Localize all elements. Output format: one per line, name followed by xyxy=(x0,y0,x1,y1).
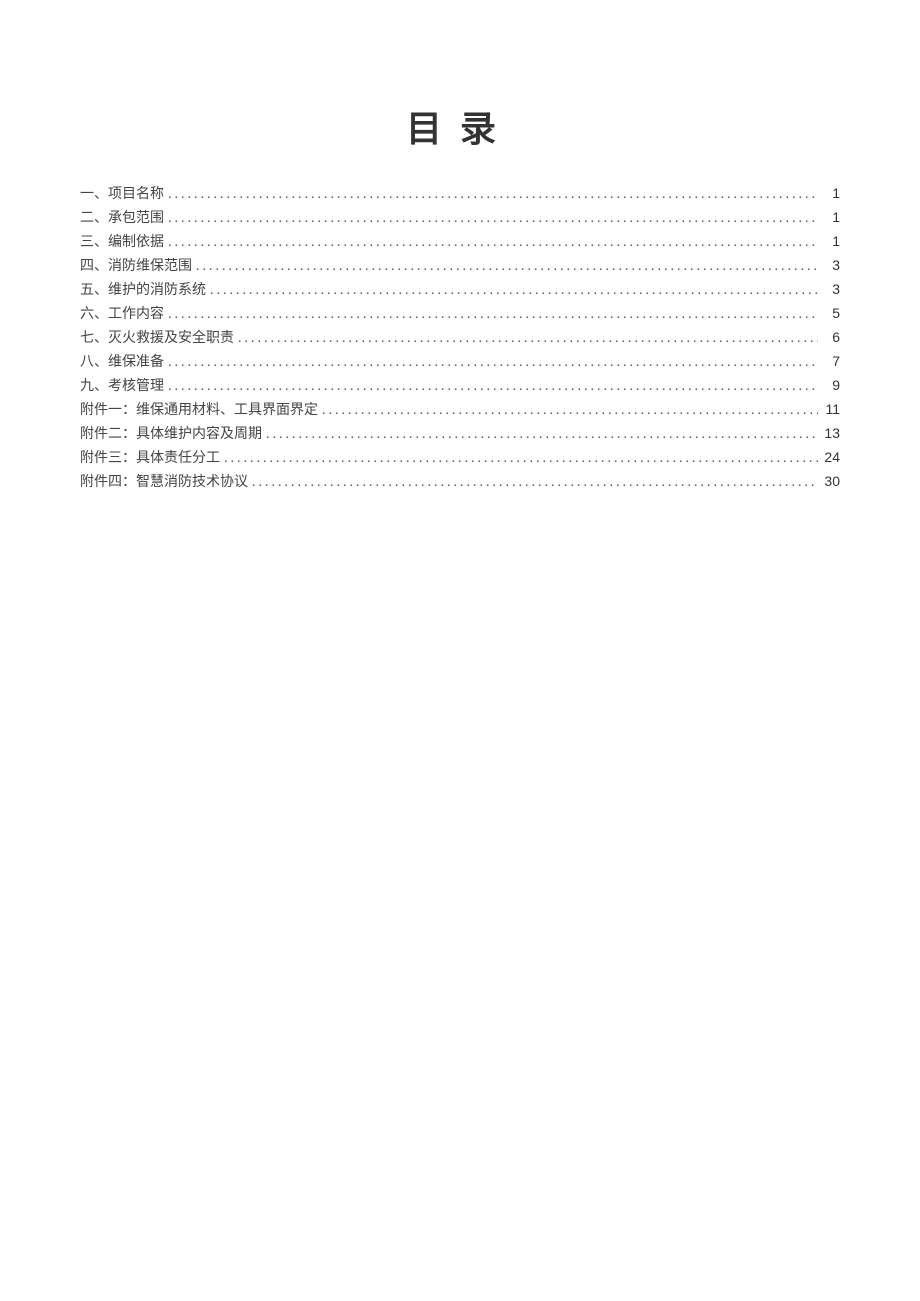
toc-leader-dots xyxy=(266,423,818,446)
toc-leader-dots xyxy=(322,399,818,422)
toc-item-page: 3 xyxy=(822,254,840,277)
toc-leader-dots xyxy=(196,255,818,278)
toc-item-label: 四、消防维保范围 xyxy=(80,255,192,278)
toc-item: 二、承包范围 1 xyxy=(80,206,840,230)
toc-item: 八、维保准备 7 xyxy=(80,350,840,374)
toc-item: 六、工作内容 5 xyxy=(80,302,840,326)
toc-item-page: 30 xyxy=(822,470,840,493)
toc-item-label: 九、考核管理 xyxy=(80,375,164,398)
toc-item-page: 11 xyxy=(822,398,840,421)
toc-item: 一、项目名称 1 xyxy=(80,182,840,206)
toc-item-page: 1 xyxy=(822,206,840,229)
toc-item-label: 五、维护的消防系统 xyxy=(80,279,206,302)
toc-item-page: 1 xyxy=(822,182,840,205)
toc-leader-dots xyxy=(210,279,818,302)
toc-list: 一、项目名称 1 二、承包范围 1 三、编制依据 1 四、消防维保范围 3 五、… xyxy=(80,182,840,494)
toc-item: 四、消防维保范围 3 xyxy=(80,254,840,278)
toc-item-page: 3 xyxy=(822,278,840,301)
toc-item-label: 二、承包范围 xyxy=(80,207,164,230)
toc-item-page: 13 xyxy=(822,422,840,445)
toc-leader-dots xyxy=(238,327,818,350)
toc-item-label: 附件四：智慧消防技术协议 xyxy=(80,471,248,494)
toc-leader-dots xyxy=(168,303,818,326)
toc-item-label: 七、灭火救援及安全职责 xyxy=(80,327,234,350)
toc-item-label: 附件三：具体责任分工 xyxy=(80,447,220,470)
toc-item-page: 7 xyxy=(822,350,840,373)
toc-leader-dots xyxy=(168,375,818,398)
toc-item-page: 5 xyxy=(822,302,840,325)
toc-item-page: 24 xyxy=(822,446,840,469)
toc-leader-dots xyxy=(168,207,818,230)
toc-item: 附件一：维保通用材料、工具界面界定 11 xyxy=(80,398,840,422)
toc-leader-dots xyxy=(168,231,818,254)
toc-item: 附件三：具体责任分工 24 xyxy=(80,446,840,470)
toc-item-label: 一、项目名称 xyxy=(80,183,164,206)
toc-item-label: 六、工作内容 xyxy=(80,303,164,326)
toc-item: 五、维护的消防系统 3 xyxy=(80,278,840,302)
toc-leader-dots xyxy=(224,447,818,470)
toc-item: 九、考核管理 9 xyxy=(80,374,840,398)
toc-leader-dots xyxy=(252,471,818,494)
toc-item-label: 附件二：具体维护内容及周期 xyxy=(80,423,262,446)
toc-item: 附件二：具体维护内容及周期 13 xyxy=(80,422,840,446)
toc-item-page: 1 xyxy=(822,230,840,253)
toc-leader-dots xyxy=(168,183,818,206)
toc-item-page: 9 xyxy=(822,374,840,397)
toc-leader-dots xyxy=(168,351,818,374)
toc-item: 七、灭火救援及安全职责 6 xyxy=(80,326,840,350)
toc-item: 三、编制依据 1 xyxy=(80,230,840,254)
toc-item-label: 三、编制依据 xyxy=(80,231,164,254)
document-page: 目录 一、项目名称 1 二、承包范围 1 三、编制依据 1 四、消防维保范围 3… xyxy=(0,0,920,494)
toc-title: 目录 xyxy=(80,100,840,152)
toc-item-label: 八、维保准备 xyxy=(80,351,164,374)
toc-item: 附件四：智慧消防技术协议 30 xyxy=(80,470,840,494)
toc-item-label: 附件一：维保通用材料、工具界面界定 xyxy=(80,399,318,422)
toc-item-page: 6 xyxy=(822,326,840,349)
